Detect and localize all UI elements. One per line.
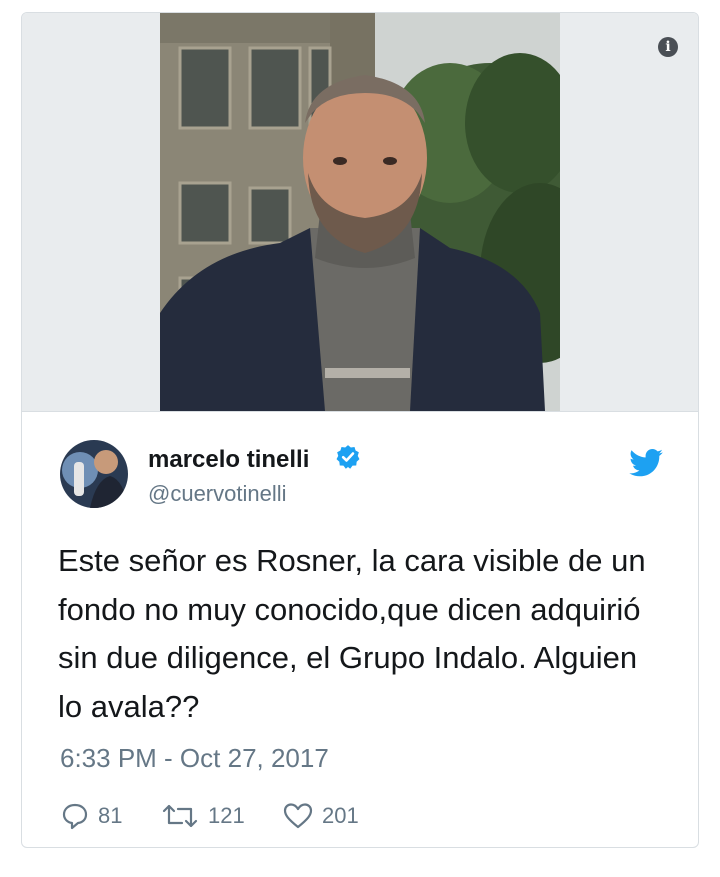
reply-button[interactable]: 81 [60,800,122,832]
twitter-bird-icon[interactable] [629,449,663,477]
verified-badge-icon [336,445,360,469]
author-handle[interactable]: @cuervotinelli [148,481,287,507]
retweet-count: 121 [208,803,245,828]
avatar[interactable] [60,440,128,508]
retweet-button[interactable]: 121 [160,800,245,832]
reply-count: 81 [98,803,123,828]
tweet-media[interactable]: i [22,13,698,412]
like-button[interactable]: 201 [282,800,359,832]
heart-icon [283,803,313,829]
tweet-timestamp[interactable]: 6:33 PM - Oct 27, 2017 [60,743,329,774]
tweet-photo[interactable] [160,13,560,411]
author-name[interactable]: marcelo tinelli [148,446,309,474]
retweet-icon [162,804,198,828]
tweet-card[interactable]: i marcelo tinelli @cuervotinelli Este se… [21,12,699,848]
tweet-text: Este señor es Rosner, la cara visible de… [58,543,646,724]
tweet-actions: 81 121 201 [60,800,460,832]
reply-icon [62,803,88,830]
like-count: 201 [322,803,359,828]
info-icon[interactable]: i [658,37,678,57]
